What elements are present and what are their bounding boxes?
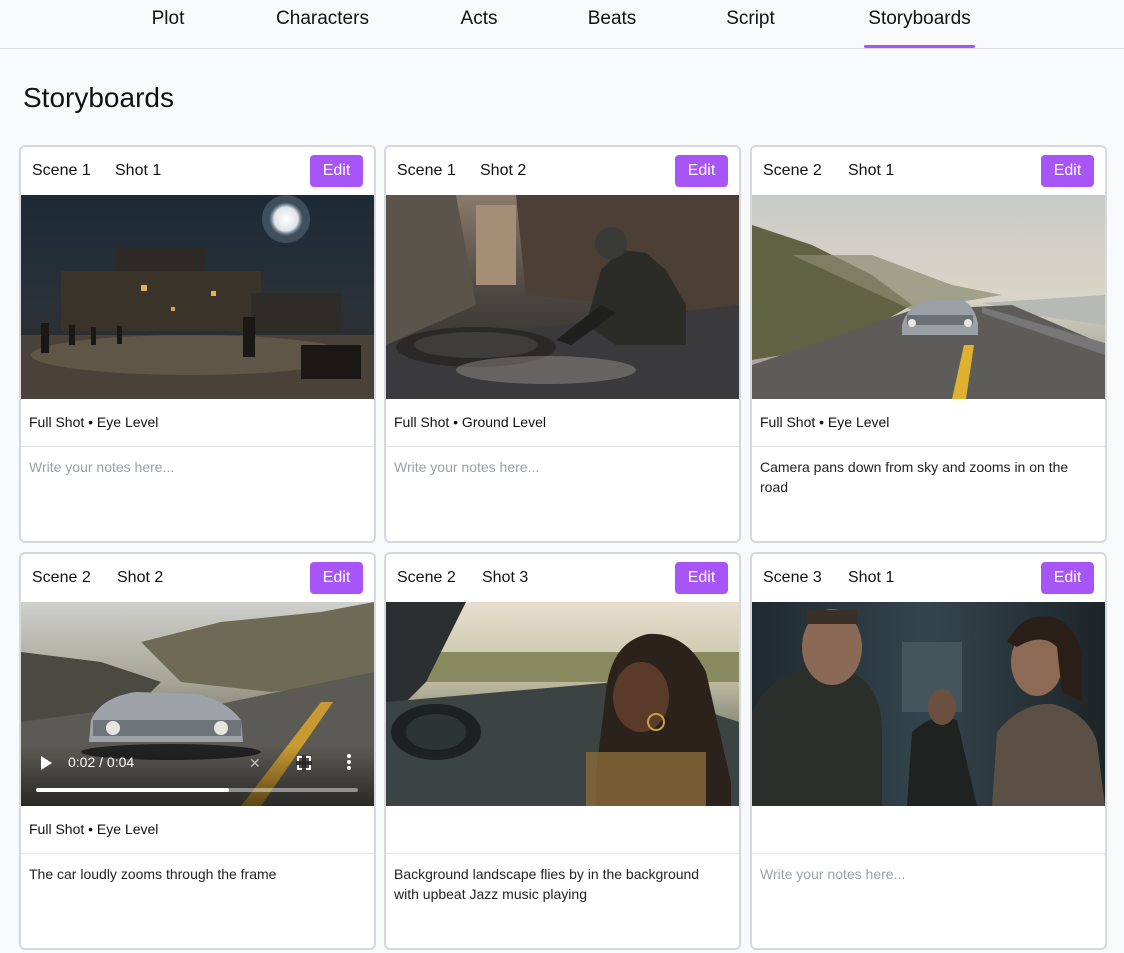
shot-image <box>752 195 1105 399</box>
shot-meta: Full Shot • Eye Level <box>752 399 1105 447</box>
storyboard-card: Scene 2 Shot 2 Edit 0:02 / 0:04 ✕ Full S… <box>19 552 376 950</box>
shot-label: Shot 1 <box>848 162 895 179</box>
play-icon[interactable] <box>41 756 52 770</box>
notes-field[interactable]: The car loudly zooms through the frame <box>21 854 374 884</box>
card-header: Scene 2 Shot 2 Edit <box>21 554 374 602</box>
scene-label: Scene 3 <box>763 569 822 586</box>
video-progress[interactable] <box>36 788 358 792</box>
card-header: Scene 2 Shot 1 Edit <box>752 147 1105 195</box>
card-header: Scene 3 Shot 1 Edit <box>752 554 1105 602</box>
notes-field[interactable]: Write your notes here... <box>386 447 739 477</box>
video-progress-fill <box>36 788 230 792</box>
storyboard-card: Scene 2 Shot 1 Edit Full Shot • Eye Leve… <box>750 145 1107 543</box>
scene-label: Scene 2 <box>32 569 91 586</box>
shot-label: Shot 1 <box>848 569 895 586</box>
video-controls: 0:02 / 0:04 ✕ <box>21 746 374 806</box>
edit-button[interactable]: Edit <box>310 562 363 594</box>
scene-label: Scene 1 <box>32 162 91 179</box>
shot-label: Shot 2 <box>480 162 527 179</box>
edit-button[interactable]: Edit <box>310 155 363 187</box>
edit-button[interactable]: Edit <box>675 155 728 187</box>
notes-field[interactable]: Background landscape flies by in the bac… <box>386 854 739 904</box>
storyboard-card: Scene 3 Shot 1 Edit Write your notes her… <box>750 552 1107 950</box>
shot-image <box>752 602 1105 806</box>
shot-image <box>386 602 739 806</box>
shot-meta <box>752 806 1105 854</box>
top-nav: Plot Characters Acts Beats Script Storyb… <box>0 0 1124 49</box>
card-header: Scene 1 Shot 2 Edit <box>386 147 739 195</box>
tab-acts[interactable]: Acts <box>458 0 500 48</box>
shot-label: Shot 1 <box>115 162 162 179</box>
page-title: Storyboards <box>23 82 174 113</box>
mute-icon[interactable]: ✕ <box>249 755 265 771</box>
shot-image <box>386 195 739 399</box>
edit-button[interactable]: Edit <box>1041 155 1094 187</box>
shot-meta: Full Shot • Eye Level <box>21 399 374 447</box>
card-header: Scene 2 Shot 3 Edit <box>386 554 739 602</box>
shot-image <box>21 195 374 399</box>
storyboard-card: Scene 1 Shot 2 Edit Full Shot • Ground L… <box>384 145 741 543</box>
shot-meta: Full Shot • Ground Level <box>386 399 739 447</box>
more-options-icon[interactable] <box>347 754 351 770</box>
scene-label: Scene 2 <box>397 569 456 586</box>
tab-characters[interactable]: Characters <box>272 0 373 48</box>
video-time: 0:02 / 0:04 <box>68 754 135 770</box>
tab-plot[interactable]: Plot <box>146 0 190 48</box>
scene-label: Scene 1 <box>397 162 456 179</box>
tab-script[interactable]: Script <box>722 0 779 48</box>
notes-field[interactable]: Write your notes here... <box>21 447 374 477</box>
shot-video[interactable]: 0:02 / 0:04 ✕ <box>21 602 374 806</box>
storyboard-card: Scene 1 Shot 1 Edit Full Shot • Eye Leve… <box>19 145 376 543</box>
notes-field[interactable]: Camera pans down from sky and zooms in o… <box>752 447 1105 497</box>
shot-meta: Full Shot • Eye Level <box>21 806 374 854</box>
shot-meta <box>386 806 739 854</box>
tab-storyboards[interactable]: Storyboards <box>864 0 975 48</box>
tab-beats[interactable]: Beats <box>585 0 639 48</box>
edit-button[interactable]: Edit <box>675 562 728 594</box>
storyboard-card: Scene 2 Shot 3 Edit Background landscape… <box>384 552 741 950</box>
scene-label: Scene 2 <box>763 162 822 179</box>
notes-field[interactable]: Write your notes here... <box>752 854 1105 884</box>
shot-label: Shot 2 <box>117 569 164 586</box>
fullscreen-icon[interactable] <box>296 755 312 771</box>
shot-label: Shot 3 <box>482 569 529 586</box>
edit-button[interactable]: Edit <box>1041 562 1094 594</box>
card-header: Scene 1 Shot 1 Edit <box>21 147 374 195</box>
